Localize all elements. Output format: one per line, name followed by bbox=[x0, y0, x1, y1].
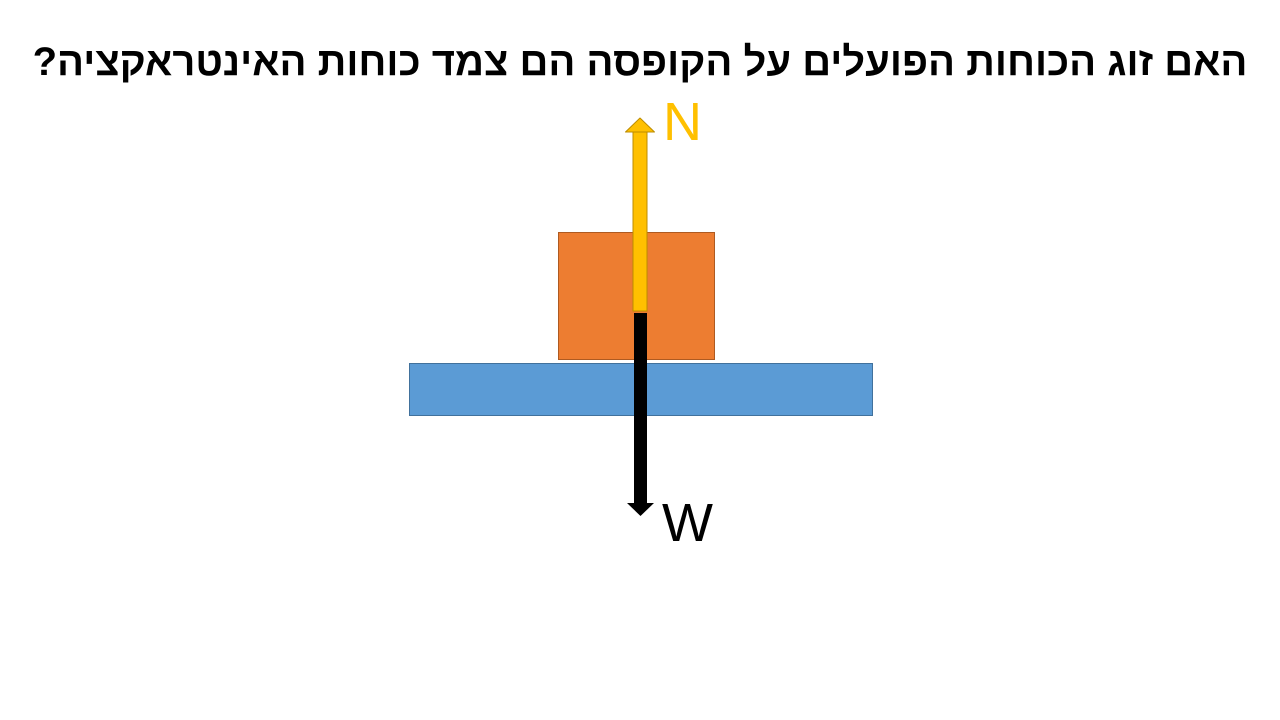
normal-arrow-shaft bbox=[632, 131, 648, 312]
slide: האם זוג הכוחות הפועלים על הקופסה הם צמד … bbox=[0, 0, 1280, 720]
weight-arrow-shaft bbox=[634, 313, 647, 504]
normal-arrow-head bbox=[625, 117, 655, 133]
weight-arrow-head bbox=[627, 503, 654, 516]
force-diagram: N W bbox=[409, 92, 873, 553]
normal-force-label: N bbox=[663, 92, 702, 152]
weight-force-label: W bbox=[662, 493, 713, 553]
